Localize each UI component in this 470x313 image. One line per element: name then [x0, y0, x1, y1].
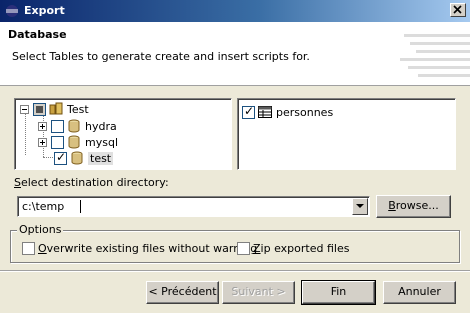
- database-server-icon: [49, 102, 63, 115]
- finish-button[interactable]: Fin: [301, 280, 376, 305]
- tree-item-label: hydra: [85, 119, 117, 133]
- page-description: Select Tables to generate create and ins…: [12, 50, 310, 63]
- next-button[interactable]: Suivant >: [222, 281, 295, 304]
- tree-item-label: test: [88, 151, 114, 165]
- zip-label: Zip exported files: [253, 242, 350, 255]
- chevron-down-icon[interactable]: [352, 198, 368, 215]
- tree-checkbox-test[interactable]: [54, 150, 67, 165]
- table-item-personnes[interactable]: personnes: [242, 104, 333, 120]
- close-icon: [453, 5, 462, 14]
- options-group: Options Overwrite existing files without…: [10, 223, 460, 263]
- tree-item-mysql[interactable]: mysql: [38, 134, 118, 150]
- title-bar: Export: [0, 0, 470, 22]
- table-icon: [258, 106, 272, 118]
- destination-value: c:\temp: [22, 200, 65, 213]
- database-icon: [71, 151, 83, 165]
- footer-separator: [0, 270, 470, 272]
- overwrite-checkbox[interactable]: [22, 242, 35, 255]
- tree-item-label: mysql: [85, 135, 118, 149]
- tree-checkbox-hydra[interactable]: [51, 119, 64, 133]
- window-title: Export: [24, 4, 65, 17]
- overwrite-option[interactable]: Overwrite existing files without warning: [22, 242, 257, 255]
- tree-checkbox-mysql[interactable]: [51, 135, 64, 149]
- page-heading: Database: [8, 28, 67, 41]
- destination-label: Select destination directory:: [14, 176, 169, 189]
- browse-button[interactable]: Browse...: [376, 195, 451, 218]
- schema-tree[interactable]: Test hydra mysql test: [14, 98, 232, 170]
- tree-checkbox-root[interactable]: [33, 102, 46, 116]
- zip-checkbox[interactable]: [237, 242, 250, 255]
- back-button[interactable]: < Précédent: [146, 281, 219, 304]
- close-button[interactable]: [450, 3, 466, 17]
- table-checkbox[interactable]: [242, 104, 255, 119]
- tree-item-test[interactable]: test: [54, 150, 114, 166]
- tree-item-label: Test: [67, 102, 89, 116]
- text-caret: [80, 200, 81, 213]
- options-legend: Options: [17, 223, 64, 236]
- tree-item-root[interactable]: Test: [20, 101, 89, 117]
- tree-item-hydra[interactable]: hydra: [38, 118, 117, 134]
- overwrite-label: Overwrite existing files without warning: [38, 242, 258, 255]
- collapse-icon[interactable]: [20, 104, 29, 114]
- tables-list[interactable]: personnes: [237, 98, 456, 170]
- cancel-button[interactable]: Annuler: [383, 281, 456, 304]
- database-icon: [68, 119, 80, 133]
- expand-icon[interactable]: [38, 121, 47, 131]
- table-item-label: personnes: [276, 105, 334, 119]
- destination-directory-combo[interactable]: c:\temp: [17, 196, 370, 217]
- wizard-header: Database Select Tables to generate creat…: [0, 22, 470, 86]
- database-icon: [68, 135, 80, 149]
- zip-option[interactable]: Zip exported files: [237, 242, 349, 255]
- expand-icon[interactable]: [38, 137, 47, 147]
- wizard-banner-image: [400, 34, 470, 77]
- eclipse-icon: [6, 5, 18, 17]
